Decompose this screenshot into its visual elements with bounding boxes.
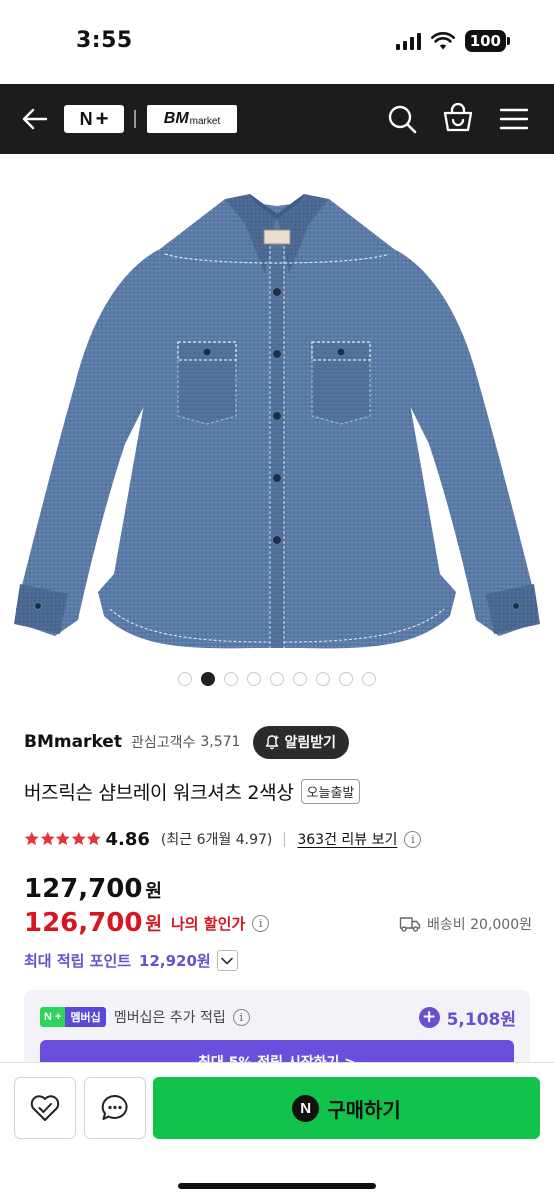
product-image[interactable] [0, 154, 554, 662]
star-icon [40, 832, 55, 846]
membership-points: + 5,108원 [418, 1005, 516, 1030]
rating-divider [284, 831, 286, 847]
plus-circle-icon: + [418, 1006, 440, 1028]
followers-label: 관심고객수 [130, 735, 196, 751]
membership-box: N + 멤버십 멤버십은 추가 적립 i + 5,108원 최대 5% 적립 시… [24, 990, 530, 1070]
seller-name[interactable]: BMmarket [24, 732, 122, 752]
membership-badge-label: 멤버십 [65, 1007, 106, 1027]
naverpay-n-icon: N [292, 1094, 320, 1122]
original-price-value: 127,700 [24, 874, 143, 904]
info-icon[interactable]: i [404, 830, 422, 848]
info-icon[interactable]: i [232, 1008, 250, 1026]
store-logo-main: BM [163, 110, 189, 127]
max-points-value: 12,920원 [139, 952, 211, 970]
membership-points-value: 5,108원 [446, 1009, 516, 1030]
chevron-down-icon [221, 957, 234, 964]
bottom-action-bar: N 구매하기 [0, 1062, 554, 1200]
wishlist-button[interactable] [14, 1077, 76, 1139]
hamburger-menu-icon[interactable] [499, 104, 529, 134]
star-icon [86, 832, 101, 846]
shipping-fee: 배송비 20,000원 [427, 917, 532, 933]
pagination-dot[interactable] [270, 672, 284, 686]
pagination-dot[interactable] [224, 672, 238, 686]
pagination-dot[interactable] [362, 672, 376, 686]
product-shirt-illustration [14, 194, 540, 649]
delivery-truck-icon [399, 917, 421, 932]
pagination-dot[interactable] [178, 672, 192, 686]
store-logo[interactable]: BM market [147, 105, 237, 133]
pagination-dot[interactable] [247, 672, 261, 686]
star-icon [55, 832, 70, 846]
discount-price-value: 126,700 [24, 908, 143, 938]
nav-divider [134, 110, 136, 128]
pagination-dot-active[interactable] [201, 672, 215, 686]
battery-icon: 100 [464, 30, 510, 52]
heart-check-icon [30, 1095, 60, 1121]
discount-label: 나의 할인가 [170, 914, 246, 933]
buy-label: 구매하기 [327, 1097, 401, 1122]
rating-stars [24, 831, 102, 847]
today-shipping-badge: 오늘출발 [300, 779, 361, 804]
seller-row: BMmarket 관심고객수 3,571 알림받기 [24, 724, 534, 760]
membership-badge-n: N + [40, 1007, 66, 1027]
cellular-signal-icon [395, 32, 421, 50]
chat-bubble-icon [101, 1094, 128, 1120]
store-logo-sub: market [189, 115, 221, 127]
rating-recent: (최근 6개월 4.97) [160, 832, 273, 848]
naver-plus-logo[interactable]: N + [64, 105, 124, 133]
pagination-dot[interactable] [316, 672, 330, 686]
rating-row: 4.86 (최근 6개월 4.97) 363건 리뷰 보기 i [24, 826, 544, 852]
bell-plus-icon [266, 735, 279, 750]
chat-button[interactable] [84, 1077, 146, 1139]
max-points-label: 최대 적립 포인트 [24, 952, 132, 970]
discount-price: 126,700 원 나의 할인가 i [24, 908, 270, 938]
membership-badge: N + 멤버십 [40, 1007, 106, 1027]
discount-price-unit: 원 [145, 914, 162, 935]
rating-value: 4.86 [105, 828, 150, 850]
original-price: 127,700 원 [24, 874, 162, 904]
home-indicator [178, 1183, 376, 1189]
star-icon [71, 832, 86, 846]
shopping-bag-icon[interactable] [442, 102, 474, 134]
membership-row: N + 멤버십 멤버십은 추가 적립 i + 5,108원 [40, 1005, 516, 1030]
expand-points-button[interactable] [216, 950, 238, 971]
membership-text: 멤버십은 추가 적립 [113, 1010, 226, 1026]
star-icon [24, 832, 39, 846]
info-icon[interactable]: i [252, 914, 270, 932]
back-arrow-icon[interactable] [20, 104, 50, 134]
product-title: 버즈릭슨 샴브레이 워크셔츠 2색상 [24, 782, 294, 804]
status-time: 3:55 [76, 28, 133, 53]
shipping-info: 배송비 20,000원 [399, 914, 532, 934]
wifi-icon [430, 32, 455, 50]
status-bar: 3:55 100 [0, 0, 554, 84]
max-points-row: 최대 적립 포인트 12,920원 [24, 950, 238, 971]
review-link[interactable]: 363건 리뷰 보기 [297, 829, 397, 849]
pagination-dot[interactable] [339, 672, 353, 686]
search-icon[interactable] [386, 103, 418, 135]
image-pagination [0, 672, 554, 686]
battery-level: 100 [464, 30, 506, 52]
pagination-dot[interactable] [293, 672, 307, 686]
followers-count: 3,571 [200, 734, 241, 750]
product-title-row: 버즈릭슨 샴브레이 워크셔츠 2색상 오늘출발 [24, 778, 534, 805]
notify-button[interactable]: 알림받기 [253, 725, 349, 759]
buy-button[interactable]: N 구매하기 [153, 1077, 540, 1139]
notify-label: 알림받기 [284, 735, 336, 751]
top-nav: N + BM market [0, 84, 554, 154]
original-price-unit: 원 [145, 881, 162, 902]
naver-plus-logo-n: N [79, 108, 93, 129]
status-icons: 100 [395, 30, 510, 52]
